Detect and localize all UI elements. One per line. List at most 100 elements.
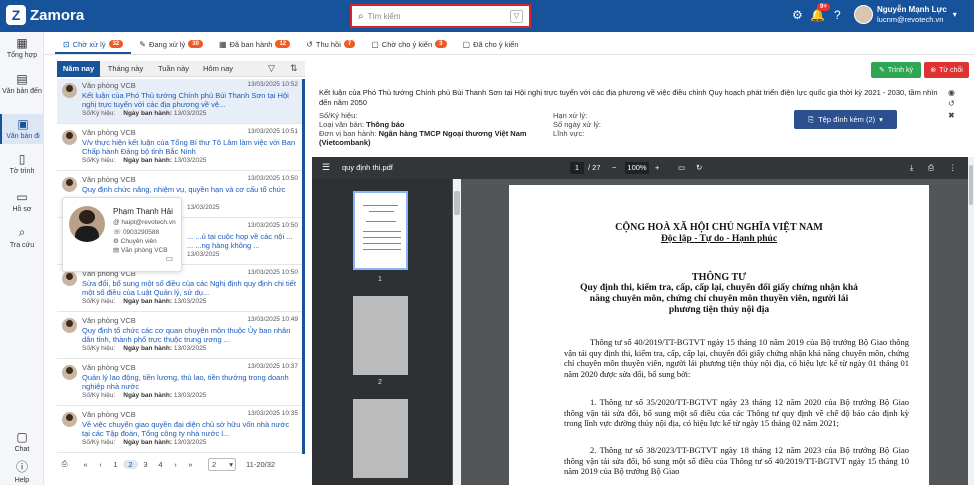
user-settings-icon[interactable]: ⚙ [792,8,803,22]
tab-da-cho-y-kien[interactable]: ▢ Đã cho ý kiến [455,36,527,54]
doc-title[interactable]: V/v thực hiện kết luận của Tổng Bí thư T… [82,138,297,156]
attachments-label: Tệp đính kèm (2) [818,115,876,124]
thumbnail-page-3[interactable] [353,399,408,478]
sidebar-item-tra-cuu[interactable]: ⌕ Tra cứu [0,225,44,253]
doc-title[interactable]: Quản lý lao động, tiền lương, thù lao, t… [82,373,297,391]
page-1[interactable]: 1 [108,460,123,469]
pdf-page-input[interactable]: 1 [570,162,584,174]
tab-dang-xu-ly[interactable]: ✎ Đang xử lý 30 [131,36,211,54]
sidebar-item-help[interactable]: ⓘ Help [0,458,44,484]
sidebar-item-tong-hop[interactable]: ▦ Tổng hợp [0,36,44,64]
page-4[interactable]: 4 [153,460,168,469]
tab-label: Chờ cho ý kiến [381,39,433,49]
thumbnail-page-2[interactable] [353,296,408,375]
attachments-button[interactable]: ⎘ Tệp đính kèm (2) ▾ [794,110,897,129]
list-item[interactable]: Văn phòng VCB 13/03/2025 10:52 Kết luận … [57,79,302,124]
search-input[interactable]: Tìm kiếm [368,12,506,21]
page-scrollbar[interactable] [968,157,974,485]
doc-time: 13/03/2025 10:50 [247,175,298,182]
tab-cho-cho-y-kien[interactable]: ▢ Chờ cho ý kiến 3 [363,36,454,54]
list-item[interactable]: Văn phòng VCB 13/03/2025 10:50 Sửa đổi, … [57,267,302,312]
sidebar-item-chat[interactable]: ▢ Chat [0,430,44,456]
chevron-down-icon[interactable]: ▾ [953,10,957,19]
date-label: Ngày ban hành: [123,157,173,164]
inbox-icon: ▤ [16,72,28,86]
doc-time: 13/03/2025 10:51 [247,128,298,135]
doc-title[interactable]: Về việc chuyển giao quyền đại diện chủ s… [82,420,297,438]
filter-nam-nay[interactable]: Năm nay [57,61,100,77]
tab-thu-hoi[interactable]: ↺ Thu hồi 7 [298,36,363,54]
help-icon[interactable]: ? [834,8,841,22]
meta-label: Số/Ký hiệu: [82,345,116,352]
filter-tuan-nay[interactable]: Tuần này [151,61,196,77]
thumbnail-scrollbar[interactable] [453,179,461,485]
user-menu[interactable]: Nguyễn Mạnh Lực lucnm@revotech.vn ▾ [854,5,957,24]
sidebar-item-label: Văn bản đi [6,133,40,140]
avatar [62,177,77,192]
comment-check-icon: ▢ [462,39,471,49]
doc-meta: Số/Ký hiệu: Ngày ban hành: 13/03/2025 [82,392,206,399]
zoom-in-icon[interactable]: + [655,163,659,172]
filter-icon[interactable]: ▽ [268,63,275,74]
download-icon[interactable]: ⤓ [910,163,913,173]
doc-title[interactable]: Quy định tổ chức các cơ quan chuyên môn … [82,326,297,344]
tab-da-ban-hanh[interactable]: ▦ Đã ban hành 12 [211,36,298,54]
history-icon[interactable]: ↺ [948,99,955,108]
next-page-icon[interactable]: › [168,460,183,469]
avatar [854,5,873,24]
doc-time: 13/03/2025 10:50 [247,222,298,229]
inbox-icon: ⊡ [63,39,70,49]
sort-icon[interactable]: ⇅ [290,63,298,74]
fit-page-icon[interactable]: ▭ [678,163,685,172]
tab-count-badge: 32 [108,40,124,48]
chat-icon[interactable]: ▭ [165,254,173,263]
doc-title[interactable]: Kết luận của Phó Thủ tướng Chính phủ Bùi… [82,91,297,109]
doc-title[interactable]: Sửa đổi, bổ sung một số điều của các Ngh… [82,279,297,297]
scroll-thumb[interactable] [454,191,460,215]
eye-icon[interactable]: ◉ [948,88,955,97]
zoom-out-icon[interactable]: − [612,163,616,172]
page-3[interactable]: 3 [138,460,153,469]
doc-time: 13/03/2025 10:49 [247,316,298,323]
doc-title[interactable]: ... ...ủ tại cuộc họp về các nội ... ...… [187,232,297,250]
field-value: Thông báo [366,120,405,129]
reject-button[interactable]: ⊗ Từ chối [924,62,969,78]
search-box[interactable]: ⌕ Tìm kiếm ▽ [350,4,531,28]
menu-icon[interactable]: ☰ [322,162,330,173]
thumb-line [363,249,401,250]
thumbnail-page-1[interactable] [353,191,408,270]
list-item[interactable]: Văn phòng VCB 13/03/2025 10:49 Quy định … [57,314,302,359]
sidebar-item-to-trinh[interactable]: ▯ Tờ trình [0,152,44,180]
list-item[interactable]: Văn phòng VCB 13/03/2025 10:37 Quản lý l… [57,361,302,406]
last-page-icon[interactable]: » [183,460,198,469]
doc-meta: Số/Ký hiệu: Ngày ban hành: 13/03/2025 [82,110,206,117]
prev-page-icon[interactable]: ‹ [93,460,108,469]
export-icon[interactable]: ⎙ [57,459,72,469]
app-logo[interactable]: Z Zamora [6,5,84,25]
first-page-icon[interactable]: « [78,460,93,469]
tab-cho-xu-ly[interactable]: ⊡ Chờ xử lý 32 [55,36,132,54]
sidebar-item-van-ban-di[interactable]: ▣ Văn bản đi [0,114,44,144]
page-2[interactable]: 2 [123,459,138,469]
filter-thang-nay[interactable]: Tháng này [103,61,148,77]
field-loai-van-ban: Loại văn bản: Thông báo [319,120,404,129]
delete-icon[interactable]: ✖ [948,111,955,120]
rotate-icon[interactable]: ↻ [696,163,702,172]
pdf-zoom[interactable]: 100% [625,162,649,174]
page-size-select[interactable]: 2 ▾ [208,457,236,471]
list-item[interactable]: Văn phòng VCB 13/03/2025 10:51 V/v thực … [57,126,302,171]
search-icon: ⌕ [18,225,26,239]
profile-phone: ☏ 0903290588 [113,229,160,236]
more-icon[interactable]: ⋮ [949,163,957,172]
list-item[interactable]: Văn phòng VCB 13/03/2025 10:35 Về việc c… [57,408,302,453]
sidebar-item-ho-so[interactable]: ▭ Hồ sơ [0,190,44,218]
profile-phone-text: 0903290588 [122,229,160,236]
filter-hom-nay[interactable]: Hôm nay [197,61,239,77]
scroll-thumb[interactable] [969,165,973,205]
print-icon[interactable]: ⎙ [928,163,934,173]
close-circle-icon: ⊗ [930,67,937,74]
filter-icon[interactable]: ▽ [510,9,523,23]
sidebar-item-van-ban-den[interactable]: ▤ Văn bản đến [0,72,44,100]
sign-button[interactable]: ✎ Trình ký [871,62,921,78]
field-don-vi: Đơn vị ban hành: Ngân hàng TMCP Ngoại th… [319,129,534,147]
